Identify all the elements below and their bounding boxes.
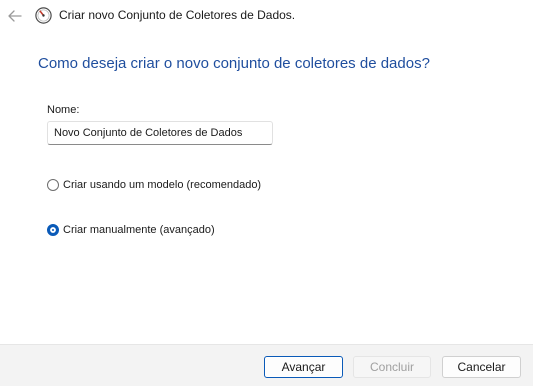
- button-bar: Avançar Concluir Cancelar: [0, 344, 533, 386]
- cancel-button[interactable]: Cancelar: [442, 356, 521, 378]
- name-input[interactable]: [47, 121, 273, 145]
- performance-monitor-icon: [35, 7, 52, 24]
- back-button[interactable]: [6, 7, 24, 25]
- radio-selected[interactable]: [47, 224, 59, 236]
- title-bar: Criar novo Conjunto de Coletores de Dado…: [0, 0, 533, 32]
- wizard-window: Criar novo Conjunto de Coletores de Dado…: [0, 0, 533, 386]
- option-manual-radio[interactable]: Criar manualmente (avançado): [47, 224, 215, 236]
- option-template-radio[interactable]: Criar usando um modelo (recomendado): [47, 179, 261, 191]
- name-label: Nome:: [47, 104, 80, 116]
- next-button[interactable]: Avançar: [264, 356, 343, 378]
- window-title: Criar novo Conjunto de Coletores de Dado…: [59, 8, 296, 22]
- radio-unselected[interactable]: [47, 179, 59, 191]
- finish-button[interactable]: Concluir: [353, 356, 431, 378]
- option-manual-label: Criar manualmente (avançado): [63, 224, 215, 236]
- back-arrow-icon: [8, 10, 22, 22]
- page-heading: Como deseja criar o novo conjunto de col…: [38, 55, 430, 72]
- option-template-label: Criar usando um modelo (recomendado): [63, 179, 262, 191]
